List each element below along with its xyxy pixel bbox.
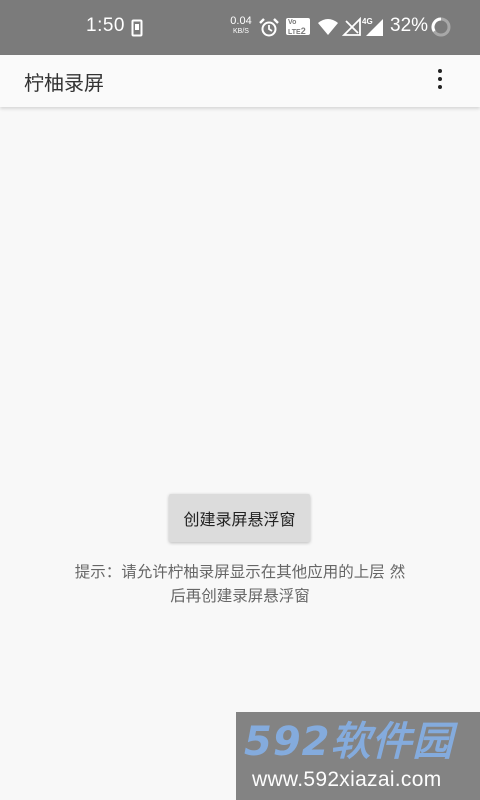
net-speed-indicator: 0.04 KB/S [228,15,254,36]
wifi-icon [318,19,338,35]
watermark: 592软件园 www.592xiazai.com [236,712,480,800]
volte-badge: Vo LTE2 [286,18,310,36]
volte-label-line1: Vo [288,19,297,26]
net-speed-unit: KB/S [233,28,249,35]
overflow-menu-icon[interactable] [426,63,454,95]
volte-label-line2: LTE [288,29,301,36]
app-bar: 柠柚录屏 [0,55,480,107]
battery-ring-icon [431,17,451,37]
screen: 1:50 0.04 KB/S Vo LTE2 4G 32% 柠柚录屏 创建录屏悬… [0,0,480,800]
alarm-icon [259,18,279,37]
net-speed-value: 0.04 [230,15,252,27]
network-type-label: 4G [362,17,373,26]
volte-sim-number: 2 [300,26,306,36]
app-title: 柠柚录屏 [24,71,104,95]
vibrate-icon [131,19,143,37]
create-floating-window-button[interactable]: 创建录屏悬浮窗 [169,494,310,542]
sim-no-signal-icon [342,17,361,36]
permission-hint: 提示：请允许柠柚录屏显示在其他应用的上层 然 后再创建录屏悬浮窗 [40,560,440,608]
hint-line-2: 后再创建录屏悬浮窗 [170,587,310,605]
status-bar: 1:50 0.04 KB/S Vo LTE2 4G 32% [0,0,480,55]
hint-line-1: 提示：请允许柠柚录屏显示在其他应用的上层 然 [74,563,406,581]
watermark-logo: 592软件园 [244,719,454,765]
status-time: 1:50 [86,15,125,36]
signal-4g-icon: 4G [362,17,383,36]
watermark-url: www.592xiazai.com [252,768,442,791]
battery-percent: 32% [390,15,429,36]
